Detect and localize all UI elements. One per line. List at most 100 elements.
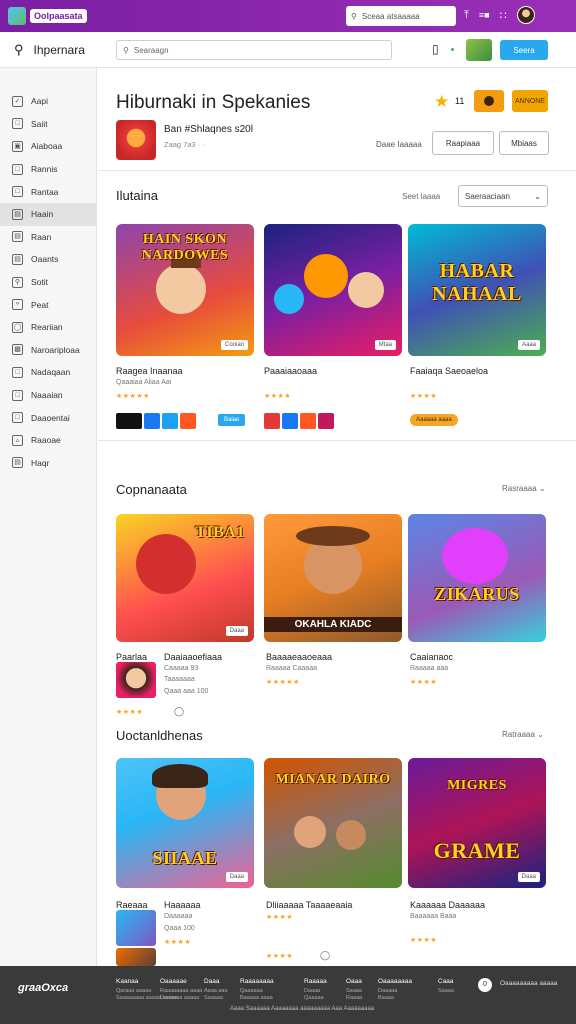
footer-link[interactable]: Saaaa [346, 988, 362, 994]
ball-illustration [274, 284, 304, 314]
footer-column-heading[interactable]: Caaa [438, 978, 454, 985]
game-thumbnail-icon[interactable] [466, 39, 492, 61]
footer-link[interactable]: Raaaaaaaa aaaa [160, 988, 202, 994]
footer-link[interactable]: Daaaaaa aaaaa [160, 995, 202, 1001]
footer-link[interactable]: Saaaaa [204, 995, 228, 1001]
game-title[interactable]: Paaaiaaoaaa [264, 366, 317, 376]
game-card[interactable]: HABAR NAHAAL Aaaa [408, 224, 546, 356]
game-card[interactable]: Mtaa [264, 224, 402, 356]
footer-column-heading[interactable]: Raaaaa [304, 978, 327, 985]
game-title[interactable]: Kaaaaaa Daaaaaa [410, 900, 485, 910]
app-logo-icon[interactable] [8, 7, 26, 25]
link-icon[interactable] [282, 413, 298, 429]
footer-column-heading[interactable]: Oaaaaaaaa [378, 978, 412, 985]
footer-link[interactable]: Daaaa [304, 988, 327, 994]
sidebar-item[interactable]: ▩ Naroariploaa [0, 339, 96, 362]
sidebar-item[interactable]: □ Naaaian [0, 384, 96, 407]
footer-column-heading[interactable]: Raaaaaaaa [240, 978, 274, 985]
featured-badge-icon[interactable] [474, 90, 504, 112]
download-button[interactable]: Aaaaaa aaaa [410, 414, 458, 426]
link-icon[interactable] [300, 413, 316, 429]
sidebar-item[interactable]: ▤ Haain [0, 202, 96, 226]
promo-badge[interactable]: ANNONE [512, 90, 548, 112]
see-more-link[interactable]: Ratraaaa ⌄ [502, 730, 544, 739]
game-title[interactable]: Baaaaeaaoeaaa [266, 652, 332, 662]
top-search-input[interactable]: ⚲ Sceaa atsaaaaa [346, 6, 456, 26]
game-title-2[interactable]: Haaaaaa [164, 900, 201, 910]
sidebar-item[interactable]: ▤ Oaants [0, 248, 96, 271]
sidebar-item[interactable]: ⚲ Sotit [0, 271, 96, 294]
sidebar-item[interactable]: ◯ Reariian [0, 316, 96, 339]
document-icon[interactable]: ▯ [432, 42, 439, 56]
footer-link[interactable]: Baaaa [378, 995, 412, 1001]
game-card[interactable]: ZIKARUS [408, 514, 546, 642]
game-card[interactable]: MIGRES GRAME Daaa [408, 758, 546, 888]
footer-link[interactable]: Aaaa aaa [204, 988, 228, 994]
game-title[interactable]: Faaiaqa Saeoaeloa [410, 366, 488, 376]
tertiary-button[interactable]: Mbiaas [499, 131, 549, 155]
sidebar-item[interactable]: ▤ Haqr [0, 452, 96, 475]
youtube-icon[interactable] [180, 413, 196, 429]
game-title-2[interactable]: Daaiaaoefiaaa [164, 652, 222, 662]
footer-link[interactable]: Daaaaa [378, 988, 412, 994]
apps-grid-icon[interactable]: ∷ [500, 9, 507, 22]
footer-logo[interactable]: graaOxca [18, 982, 68, 994]
user-avatar[interactable] [516, 6, 535, 24]
twitter-icon[interactable] [162, 413, 178, 429]
game-title[interactable]: Paarlaa [116, 652, 147, 662]
sidebar-item[interactable]: ▣ Aiaboaa [0, 135, 96, 158]
game-card[interactable]: TIBA1 Daaa [116, 514, 254, 642]
footer-right-label[interactable]: Oaaaaaaaaa aaaaa [500, 980, 557, 987]
game-card[interactable]: SIIAAE Daaa [116, 758, 254, 888]
upload-icon[interactable]: ⤒ [464, 9, 469, 22]
game-title[interactable]: Caaianaoc [410, 652, 453, 662]
main-search-input[interactable]: ⚲ Searaagn [116, 40, 392, 60]
info-icon[interactable]: 0 [478, 978, 492, 992]
see-more-link[interactable]: Rasraaaa ⌄ [502, 484, 546, 493]
footer-link[interactable]: Baaaaa aaaa [240, 995, 274, 1001]
primary-action-button[interactable]: Seera [500, 40, 548, 60]
game-title[interactable]: Raeaaa [116, 900, 148, 910]
sidebar-item-icon: ▣ [12, 140, 23, 152]
footer-column-heading[interactable]: Daaa [204, 978, 228, 985]
game-card[interactable]: OKAHLA KIADC [264, 514, 402, 642]
footer-link[interactable]: Saaaa [438, 988, 454, 994]
sidebar-item[interactable]: □ Saiit [0, 113, 96, 136]
sidebar-item[interactable]: ✓ Aapi [0, 90, 96, 113]
footer-link[interactable]: Qaaaaa [304, 995, 327, 1001]
link-icon[interactable] [318, 413, 334, 429]
avatar[interactable] [116, 910, 156, 946]
avatar[interactable] [116, 662, 156, 698]
sort-select-label: Seet laaaa [402, 192, 441, 201]
sidebar-item[interactable]: □ Nadaqaan [0, 361, 96, 384]
footer-column-heading[interactable]: Oaaa [346, 978, 362, 985]
footer-column-heading[interactable]: Oaaaaae [160, 978, 202, 985]
sidebar-item[interactable]: □ Rantaa [0, 180, 96, 203]
app-icon[interactable] [116, 120, 156, 160]
facebook-icon[interactable] [144, 413, 160, 429]
secondary-button[interactable]: Raapiaaa [432, 131, 494, 155]
game-card[interactable]: HAIN SKON NARDOWES Cooian [116, 224, 254, 356]
notifications-icon[interactable]: ≡■ [479, 10, 490, 20]
brand-name[interactable]: Oolpaasata [30, 9, 87, 23]
game-title[interactable]: Raagea Inaanaa [116, 366, 183, 376]
footer-link[interactable]: Raaaa [346, 995, 362, 1001]
sidebar-item[interactable]: □ Daaoentai [0, 406, 96, 429]
game-card[interactable]: MIANAR DAIRO [264, 758, 402, 888]
social-links [116, 413, 196, 429]
star-rating: ★★★★ [266, 914, 294, 921]
sidebar-item[interactable]: □ Rannis [0, 158, 96, 181]
search-icon[interactable]: ⚲ [14, 42, 24, 58]
comment-icon[interactable]: ◯ [174, 706, 184, 717]
sidebar-item[interactable]: ▤ Raan [0, 226, 96, 249]
avatar[interactable] [116, 948, 156, 966]
brand-icon[interactable] [116, 413, 142, 429]
game-title[interactable]: Dliiaaaaa Taaaaeaaia [266, 900, 352, 910]
sidebar-item[interactable]: ▵ Raaoae [0, 429, 96, 452]
share-button[interactable]: Baiae [218, 414, 246, 426]
sidebar-item[interactable]: ⚬ Peat [0, 293, 96, 316]
footer-link[interactable]: Qaaaaaa [240, 988, 274, 994]
sort-select[interactable]: Saeraaciaan ⌄ [458, 185, 548, 207]
comment-icon[interactable]: ◯ [320, 950, 330, 961]
brand-icon[interactable] [264, 413, 280, 429]
